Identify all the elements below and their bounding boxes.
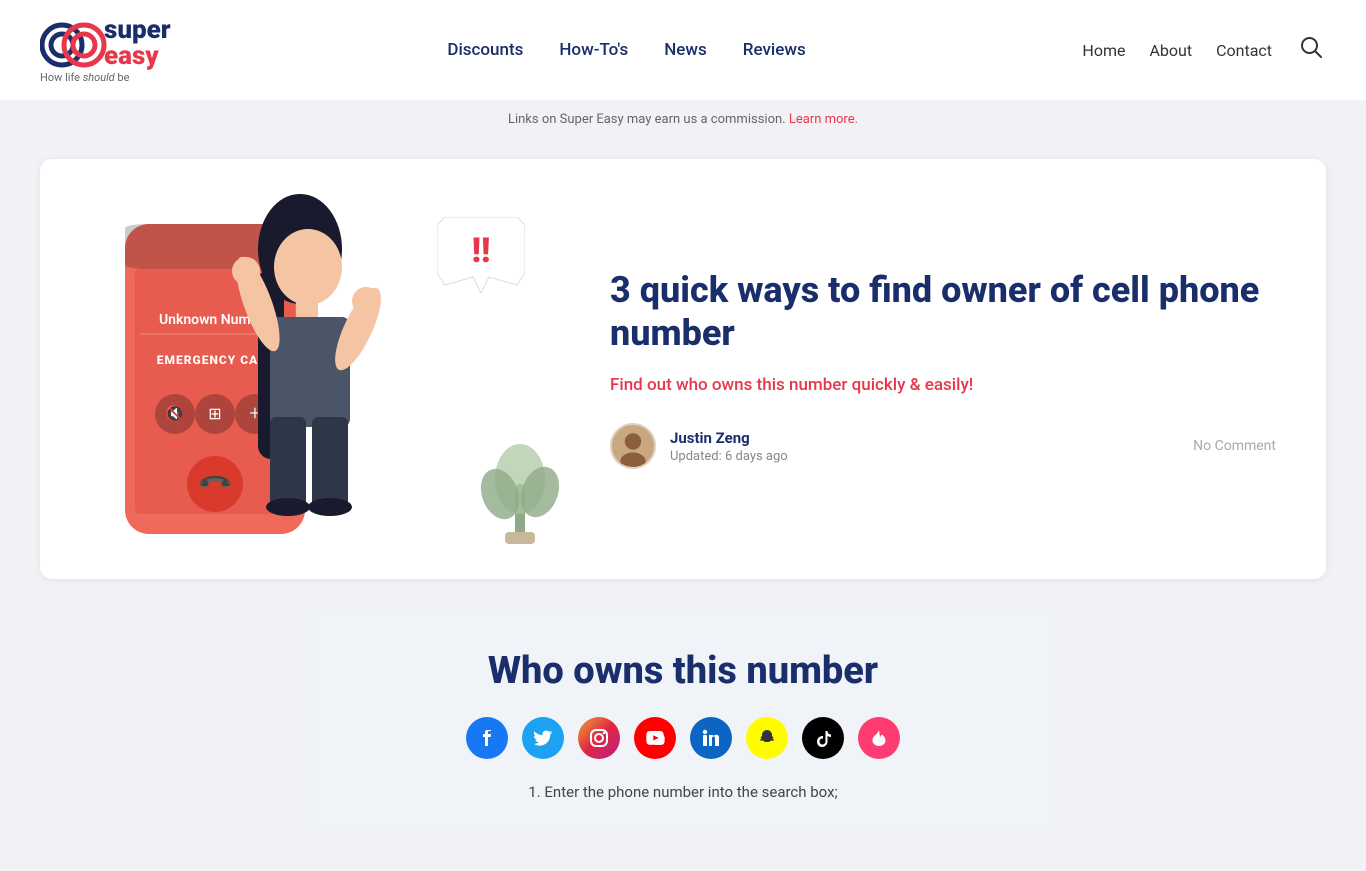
svg-text:!!: !! [472,231,491,271]
logo-text: super easy [104,17,171,69]
who-owns-title: Who owns this number [373,649,993,693]
logo-tagline: How life should be [40,71,129,84]
logo-mark: super easy [40,17,171,69]
logo-svg [40,21,110,69]
facebook-svg [477,728,497,748]
nav-about[interactable]: About [1149,41,1192,60]
snapchat-svg [757,728,777,748]
article-card-wrapper: Unknown Number EMERGENCY CALL 🔇 ⊞ + [0,139,1366,609]
author-row: Justin Zeng Updated: 6 days ago No Comme… [610,423,1276,469]
linkedin-svg [701,728,721,748]
nav-contact[interactable]: Contact [1216,41,1272,60]
youtube-icon[interactable] [634,717,676,759]
nav-news[interactable]: News [664,40,707,60]
alert-bubble-svg: !! [437,217,525,293]
search-button[interactable] [1296,32,1326,68]
youtube-svg [645,728,665,748]
woman-svg [170,189,430,549]
commission-text: Links on Super Easy may earn us a commis… [508,112,789,127]
instagram-icon[interactable] [578,717,620,759]
twitter-svg [533,728,553,748]
social-icons-row [373,717,993,759]
commission-link[interactable]: Learn more. [789,112,858,127]
author-avatar [610,423,656,469]
logo-icon [40,21,98,65]
nav-howtos[interactable]: How-To's [559,40,628,60]
author-name: Justin Zeng [670,429,1179,447]
site-header: super easy How life should be Discounts … [0,0,1366,100]
article-title: 3 quick ways to find owner of cell phone… [610,269,1276,355]
avatar-svg [612,423,654,469]
article-text-area: 3 quick ways to find owner of cell phone… [580,269,1276,469]
search-icon [1300,36,1322,58]
author-updated: Updated: 6 days ago [670,449,1179,464]
right-navigation: Home About Contact [1082,32,1326,68]
logo-super: super [104,17,171,43]
logo-area: super easy How life should be [40,17,171,84]
article-subtitle: Find out who owns this number quickly & … [610,375,1276,395]
tinder-icon[interactable] [858,717,900,759]
tinder-svg [869,728,889,748]
no-comment: No Comment [1193,438,1276,454]
content-section: Who owns this number [0,609,1366,871]
linkedin-icon[interactable] [690,717,732,759]
tiktok-svg [813,728,833,748]
who-owns-box: Who owns this number [313,609,1053,831]
article-card: Unknown Number EMERGENCY CALL 🔇 ⊞ + [40,159,1326,579]
plant-svg [480,424,560,544]
author-info: Justin Zeng Updated: 6 days ago [670,429,1179,464]
hero-illustration: Unknown Number EMERGENCY CALL 🔇 ⊞ + [40,189,580,549]
instruction-text: 1. Enter the phone number into the searc… [373,783,993,801]
alert-bubble: !! [437,217,525,297]
nav-reviews[interactable]: Reviews [743,40,806,60]
commission-banner: Links on Super Easy may earn us a commis… [0,100,1366,139]
main-navigation: Discounts How-To's News Reviews [447,40,805,60]
tiktok-icon[interactable] [802,717,844,759]
twitter-icon[interactable] [522,717,564,759]
nav-discounts[interactable]: Discounts [447,40,523,60]
logo-easy: easy [104,43,171,69]
nav-home[interactable]: Home [1082,41,1125,60]
snapchat-icon[interactable] [746,717,788,759]
facebook-icon[interactable] [466,717,508,759]
instagram-svg [589,728,609,748]
